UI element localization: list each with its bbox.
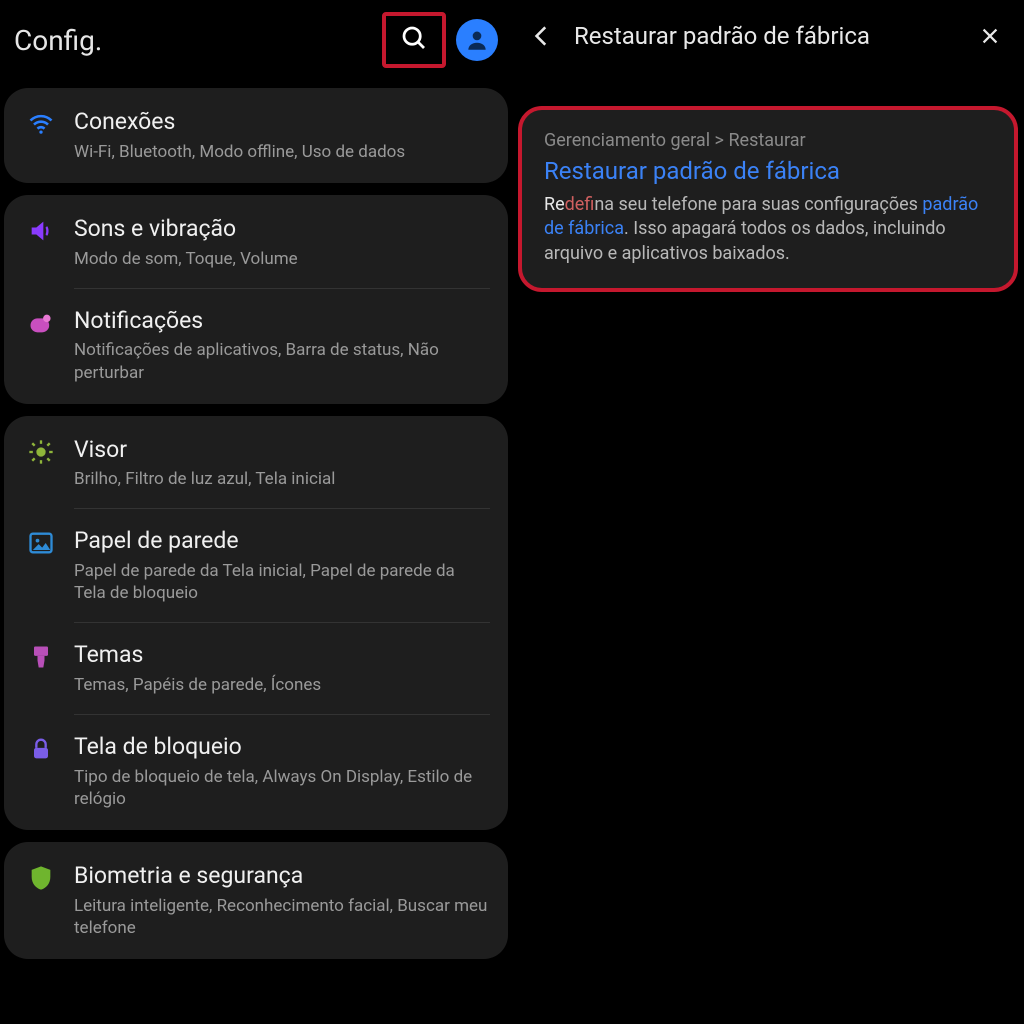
settings-group: Sons e vibração Modo de som, Toque, Volum… — [4, 195, 508, 404]
settings-item-subtitle: Notificações de aplicativos, Barra de st… — [74, 339, 490, 383]
header-actions — [382, 12, 498, 68]
settings-item-subtitle: Modo de som, Toque, Volume — [74, 248, 490, 270]
search-result-card[interactable]: Gerenciamento geral > Restaurar Restaura… — [518, 106, 1018, 292]
settings-item-subtitle: Brilho, Filtro de luz azul, Tela inicial — [74, 468, 490, 490]
settings-item-title: Temas — [74, 641, 490, 670]
settings-item[interactable]: Papel de parede Papel de parede da Tela i… — [4, 509, 508, 622]
settings-item-text: Papel de parede Papel de parede da Tela i… — [64, 527, 490, 604]
settings-item[interactable]: Biometria e segurança Leitura inteligente… — [4, 844, 508, 957]
clear-search-button[interactable] — [970, 16, 1010, 56]
wifi-icon — [18, 108, 64, 138]
shield-icon — [18, 862, 64, 892]
settings-item-subtitle: Temas, Papéis de parede, Ícones — [74, 674, 490, 696]
settings-item[interactable]: Notificações Notificações de aplicativos,… — [4, 289, 508, 402]
profile-avatar[interactable] — [456, 19, 498, 61]
settings-item-title: Biometria e segurança — [74, 862, 490, 891]
settings-item-title: Tela de bloqueio — [74, 733, 490, 762]
themes-icon — [18, 641, 64, 671]
settings-item[interactable]: Temas Temas, Papéis de parede, Ícones — [4, 623, 508, 714]
settings-pane: Config. Conexões Wi-Fi, Bluetooth, Modo o… — [0, 0, 512, 1024]
sound-icon — [18, 215, 64, 245]
search-button-highlight — [382, 12, 446, 68]
search-header: Restaurar padrão de fábrica — [512, 0, 1024, 72]
settings-item-text: Temas Temas, Papéis de parede, Ícones — [64, 641, 490, 696]
settings-item-subtitle: Wi-Fi, Bluetooth, Modo offline, Uso de d… — [74, 141, 490, 163]
search-query-text[interactable]: Restaurar padrão de fábrica — [570, 22, 962, 50]
settings-item-subtitle: Tipo de bloqueio de tela, Always On Disp… — [74, 766, 490, 810]
settings-group: Visor Brilho, Filtro de luz azul, Tela in… — [4, 416, 508, 831]
result-title: Restaurar padrão de fábrica — [544, 157, 992, 185]
settings-header: Config. — [0, 0, 512, 82]
settings-group: Biometria e segurança Leitura inteligente… — [4, 842, 508, 959]
settings-item-title: Papel de parede — [74, 527, 490, 556]
back-button[interactable] — [522, 16, 562, 56]
settings-item-title: Visor — [74, 436, 490, 465]
settings-item-text: Visor Brilho, Filtro de luz azul, Tela in… — [64, 436, 490, 491]
settings-item-text: Sons e vibração Modo de som, Toque, Volum… — [64, 215, 490, 270]
settings-item[interactable]: Sons e vibração Modo de som, Toque, Volum… — [4, 197, 508, 288]
notify-icon — [18, 307, 64, 337]
settings-item-title: Sons e vibração — [74, 215, 490, 244]
search-icon[interactable] — [399, 23, 429, 57]
result-breadcrumb: Gerenciamento geral > Restaurar — [544, 130, 992, 151]
settings-item-subtitle: Leitura inteligente, Reconhecimento faci… — [74, 895, 490, 939]
settings-item[interactable]: Tela de bloqueio Tipo de bloqueio de tela… — [4, 715, 508, 828]
settings-item-text: Conexões Wi-Fi, Bluetooth, Modo offline, … — [64, 108, 490, 163]
brightness-icon — [18, 436, 64, 466]
settings-item-title: Conexões — [74, 108, 490, 137]
settings-group: Conexões Wi-Fi, Bluetooth, Modo offline, … — [4, 88, 508, 183]
lock-icon — [18, 733, 64, 763]
settings-item-title: Notificações — [74, 307, 490, 336]
wallpaper-icon — [18, 527, 64, 557]
search-results-pane: Restaurar padrão de fábrica Gerenciament… — [512, 0, 1024, 1024]
page-title: Config. — [14, 24, 102, 57]
settings-item[interactable]: Conexões Wi-Fi, Bluetooth, Modo offline, … — [4, 90, 508, 181]
settings-item-text: Notificações Notificações de aplicativos,… — [64, 307, 490, 384]
settings-item-text: Tela de bloqueio Tipo de bloqueio de tela… — [64, 733, 490, 810]
settings-item-text: Biometria e segurança Leitura inteligente… — [64, 862, 490, 939]
result-description: Redefina seu telefone para suas configur… — [544, 193, 992, 266]
settings-item[interactable]: Visor Brilho, Filtro de luz azul, Tela in… — [4, 418, 508, 509]
settings-item-subtitle: Papel de parede da Tela inicial, Papel d… — [74, 560, 490, 604]
